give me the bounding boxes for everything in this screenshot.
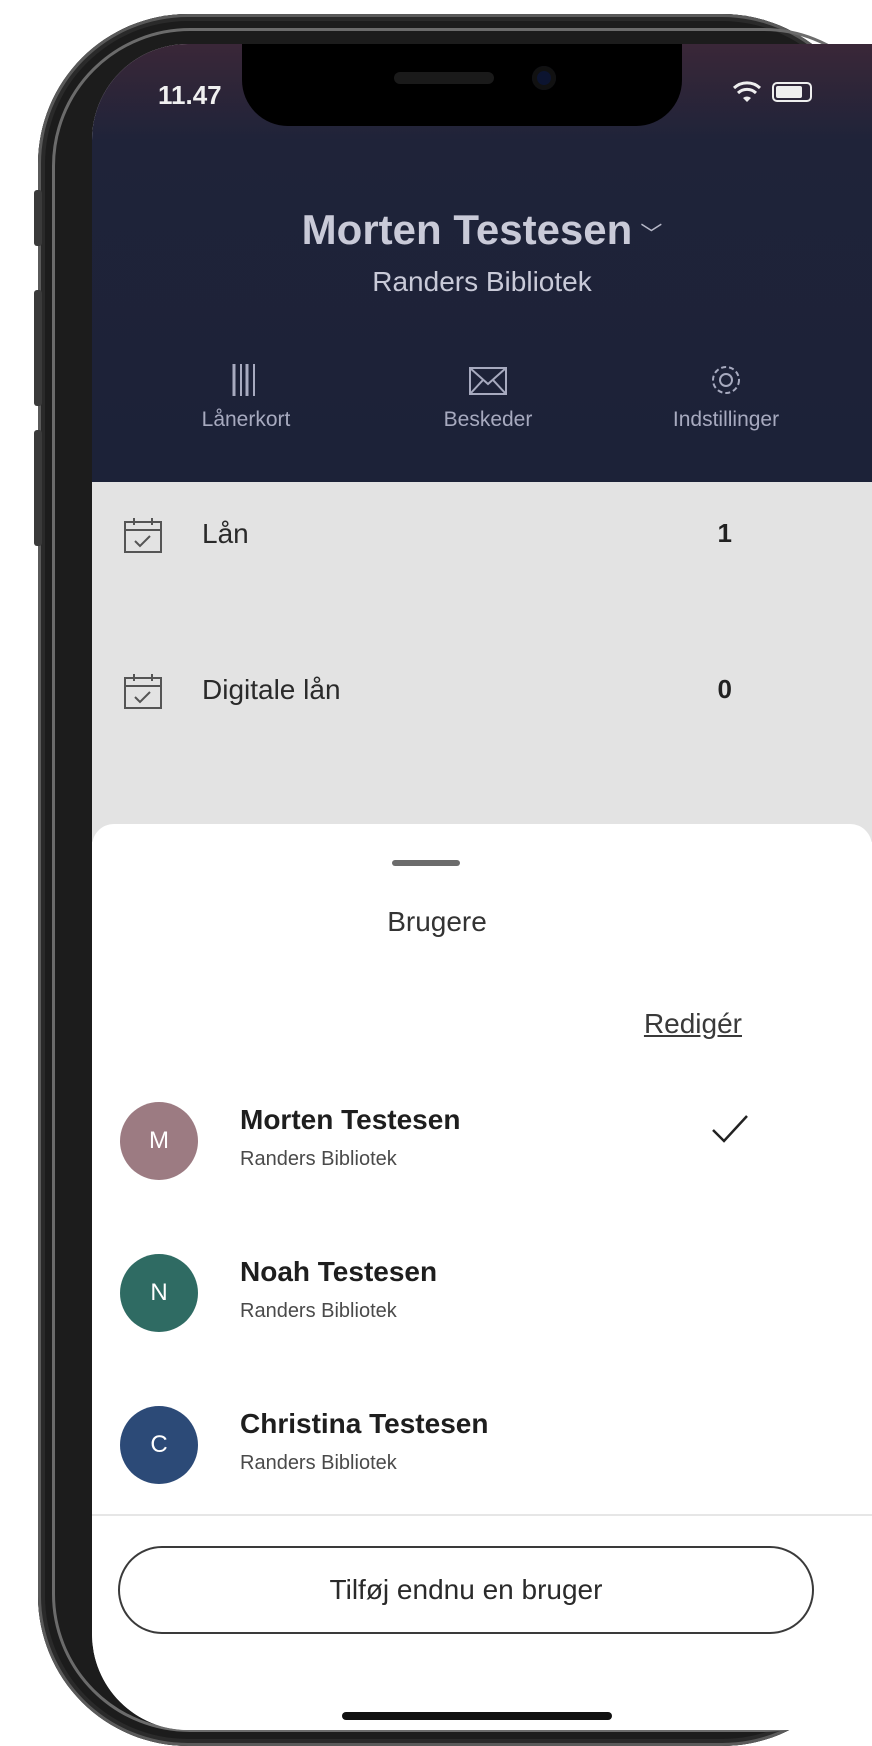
camera (532, 66, 556, 90)
wifi-icon (732, 81, 762, 102)
barcode-icon (232, 364, 255, 396)
envelope-icon (469, 367, 507, 395)
avatar: M (120, 1102, 198, 1180)
checkmark-icon (712, 1115, 748, 1143)
loan-row-digitale[interactable]: Digitale lån 0 (92, 652, 872, 732)
status-icons (732, 80, 812, 104)
notch (242, 44, 682, 126)
nav-indstillinger[interactable]: Indstillinger (636, 360, 816, 432)
add-user-button[interactable]: Tilføj endnu en bruger (118, 1546, 814, 1634)
nav-lanerkort-label: Lånerkort (201, 408, 291, 431)
divider (92, 1514, 872, 1516)
users-bottom-sheet: Brugere Redigér M Morten Testesen Rander… (92, 824, 872, 1730)
nav-lanerkort[interactable]: Lånerkort (156, 360, 336, 432)
volume-up-button (34, 290, 42, 406)
status-time: 11.47 (158, 80, 222, 110)
user-library: Randers Bibliotek (240, 1452, 397, 1474)
user-row[interactable]: N Noah Testesen Randers Bibliotek (92, 1254, 872, 1364)
user-library: Randers Bibliotek (240, 1148, 397, 1170)
volume-down-button (34, 430, 42, 546)
loan-count: 0 (717, 674, 732, 704)
gear-icon (712, 366, 740, 394)
avatar: N (120, 1254, 198, 1332)
chevron-down-icon: ﹀ (640, 221, 663, 247)
calendar-check-icon (124, 518, 162, 553)
nav-beskeder[interactable]: Beskeder (398, 360, 578, 432)
current-user-name: Morten Testesen (301, 206, 633, 253)
nav-beskeder-label: Beskeder (443, 408, 533, 431)
calendar-check-icon (124, 674, 162, 709)
user-name: Morten Testesen (240, 1104, 461, 1135)
avatar: C (120, 1406, 198, 1484)
loan-label: Lån (202, 518, 249, 549)
edit-users-link[interactable]: Redigér (644, 1008, 742, 1040)
nav-indstillinger-label: Indstillinger (672, 408, 780, 431)
loan-count: 1 (717, 518, 732, 548)
sheet-grabber[interactable] (392, 860, 460, 866)
loans-section: Lån 1 Digitale lån 0 (92, 482, 872, 842)
user-row[interactable]: M Morten Testesen Randers Bibliotek (92, 1102, 872, 1212)
user-name: Christina Testesen (240, 1408, 489, 1439)
current-user-library: Randers Bibliotek (372, 266, 592, 297)
user-row[interactable]: C Christina Testesen Randers Bibliotek (92, 1406, 872, 1516)
user-name: Noah Testesen (240, 1256, 438, 1287)
user-switcher[interactable]: Morten Testesen ﹀ (92, 206, 872, 254)
profile-header: 11.47 Morten Testesen ﹀ Randers Bibliotek (92, 44, 872, 482)
home-indicator[interactable] (342, 1712, 612, 1720)
user-library: Randers Bibliotek (240, 1300, 397, 1322)
mute-switch (34, 190, 42, 246)
app-screen: 11.47 Morten Testesen ﹀ Randers Bibliotek (92, 44, 872, 1730)
loan-label: Digitale lån (202, 674, 341, 705)
sheet-title: Brugere (387, 906, 487, 937)
loan-row-lan[interactable]: Lån 1 (92, 496, 872, 576)
speaker (394, 72, 494, 84)
header-nav: Lånerkort Beskeder Indstillinger (92, 360, 872, 470)
battery-icon (772, 82, 812, 102)
